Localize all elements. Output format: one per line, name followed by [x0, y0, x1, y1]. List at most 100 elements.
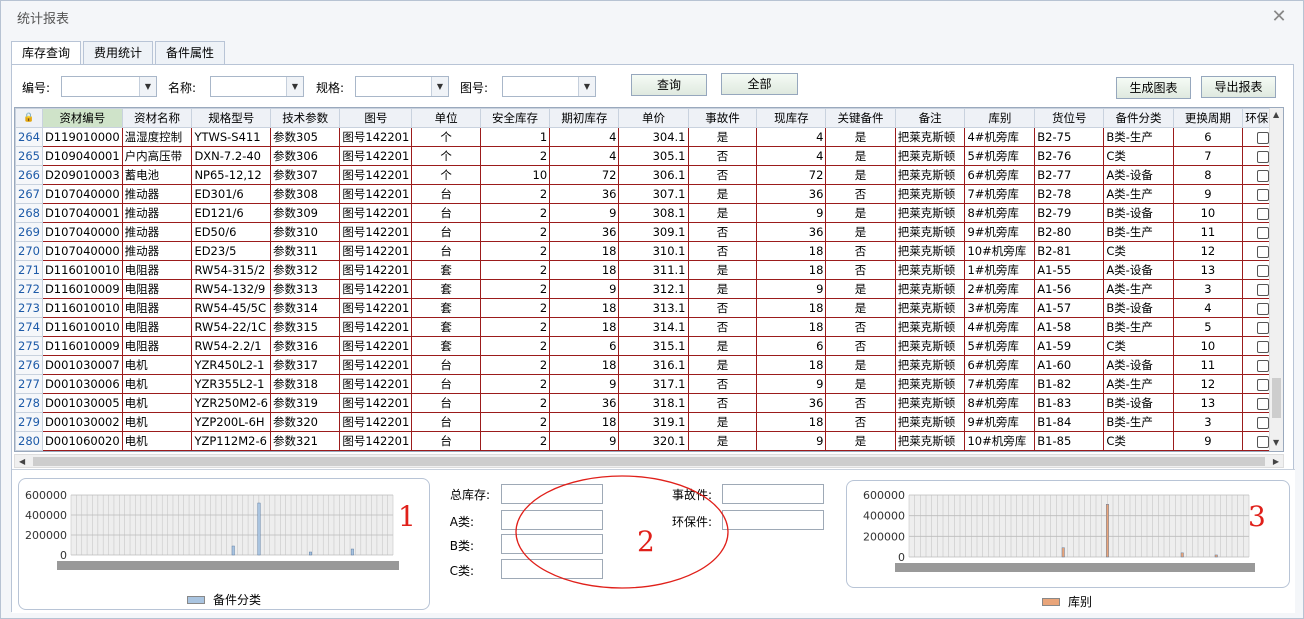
table-cell[interactable]: 18 [756, 355, 827, 375]
table-row[interactable]: 267 D107040000 推动器 ED301/6 参数308 图号142201 台 2 36… [15, 184, 1283, 204]
generate-chart-button[interactable]: 生成图表 [1116, 77, 1191, 99]
table-cell[interactable]: 把莱克斯顿 [894, 336, 966, 356]
table-cell[interactable]: 4 [549, 127, 620, 147]
table-cell[interactable]: 2 [479, 279, 551, 299]
table-cell[interactable]: 2 [479, 355, 551, 375]
table-cell[interactable]: 72 [756, 165, 827, 185]
table-cell[interactable]: 18 [549, 241, 620, 261]
table-cell[interactable]: 6 [549, 336, 620, 356]
table-cell[interactable]: 台 [411, 203, 481, 223]
table-cell[interactable]: 参数316 [269, 336, 341, 356]
table-cell[interactable]: 是 [687, 355, 758, 375]
table-cell[interactable]: 图号142201 [339, 146, 413, 166]
table-cell[interactable]: 推动器 [121, 222, 193, 242]
table-cell[interactable]: 18 [756, 241, 827, 261]
table-cell[interactable]: 5#机旁库 [964, 146, 1036, 166]
table-cell[interactable]: 是 [825, 165, 896, 185]
table-cell[interactable]: 18 [549, 317, 620, 337]
table-cell[interactable]: 3#机旁库 [964, 298, 1036, 318]
column-header[interactable]: 更换周期 [1172, 108, 1244, 128]
table-cell[interactable]: 是 [687, 184, 758, 204]
table-cell[interactable]: 13 [1172, 260, 1244, 280]
table-cell[interactable]: 2 [479, 393, 551, 413]
table-row[interactable]: 270 D107040000 推动器 ED23/5 参数311 图号142201 台 2 18 3… [15, 241, 1283, 261]
column-header[interactable]: 资材名称 [121, 108, 193, 128]
table-cell[interactable]: 参数319 [269, 393, 341, 413]
table-cell[interactable]: 否 [687, 393, 758, 413]
table-cell[interactable]: 电机 [121, 393, 193, 413]
table-row[interactable]: 272 D116010009 电阻器 RW54-132/9 参数313 图号142201 套… [15, 279, 1283, 299]
table-cell[interactable]: 参数317 [269, 355, 341, 375]
chevron-down-icon[interactable]: ▼ [578, 77, 595, 96]
table-cell[interactable]: 12 [1172, 374, 1244, 394]
table-cell[interactable]: 是 [825, 146, 896, 166]
table-cell[interactable]: RW54-315/2 [191, 260, 271, 280]
eco-checkbox[interactable] [1256, 321, 1269, 334]
tab-inventory-query[interactable]: 库存查询 [11, 41, 82, 66]
table-cell[interactable]: 参数306 [269, 146, 341, 166]
column-header[interactable]: 规格型号 [191, 108, 271, 128]
table-cell[interactable]: 6#机旁库 [964, 355, 1036, 375]
table-cell[interactable]: 图号142201 [339, 412, 413, 432]
table-cell[interactable]: 18 [549, 412, 620, 432]
table-cell[interactable]: 12 [1172, 241, 1244, 261]
table-cell[interactable]: 9 [549, 374, 620, 394]
table-cell[interactable]: 4 [756, 127, 827, 147]
table-cell[interactable]: 2 [479, 431, 551, 451]
table-cell[interactable]: 把莱克斯顿 [894, 184, 966, 204]
table-cell[interactable]: D107040000 [41, 184, 123, 204]
table-cell[interactable]: 把莱克斯顿 [894, 412, 966, 432]
table-cell[interactable]: 否 [687, 165, 758, 185]
table-cell[interactable]: A1-56 [1034, 279, 1105, 299]
table-cell[interactable]: 参数320 [269, 412, 341, 432]
table-cell[interactable]: 图号142201 [339, 355, 413, 375]
table-cell[interactable]: 11 [1172, 355, 1244, 375]
table-cell[interactable]: 套 [411, 317, 481, 337]
eco-checkbox[interactable] [1256, 340, 1269, 353]
table-cell[interactable]: 参数310 [269, 222, 341, 242]
table-cell[interactable]: 10 [1172, 336, 1244, 356]
table-cell[interactable]: 9 [756, 374, 827, 394]
table-cell[interactable]: 2 [479, 241, 551, 261]
table-cell[interactable]: 把莱克斯顿 [894, 203, 966, 223]
table-cell[interactable]: B类-生产 [1103, 317, 1174, 337]
row-number[interactable]: 267 [15, 184, 43, 204]
table-cell[interactable]: A类-设备 [1103, 260, 1174, 280]
column-header[interactable]: 图号 [339, 108, 413, 128]
row-number[interactable]: 269 [15, 222, 43, 242]
table-cell[interactable]: 推动器 [121, 184, 193, 204]
eco-checkbox[interactable] [1256, 226, 1269, 239]
table-cell[interactable]: 套 [411, 298, 481, 318]
row-number[interactable]: 264 [15, 127, 43, 147]
table-cell[interactable]: 参数313 [269, 279, 341, 299]
table-row[interactable]: 264 D119010000 温湿度控制 YTWS-S411 参数305 图号142201… [15, 127, 1283, 147]
table-cell[interactable]: 参数318 [269, 374, 341, 394]
table-cell[interactable]: B2-79 [1034, 203, 1105, 223]
table-cell[interactable]: ED121/6 [191, 203, 271, 223]
table-cell[interactable]: 台 [411, 412, 481, 432]
row-number[interactable]: 270 [15, 241, 43, 261]
eco-checkbox[interactable] [1256, 397, 1269, 410]
lock-icon[interactable]: 🔒 [15, 108, 43, 128]
table-cell[interactable]: B类-生产 [1103, 222, 1174, 242]
table-cell[interactable]: 图号142201 [339, 203, 413, 223]
table-cell[interactable]: D107040000 [41, 222, 123, 242]
table-cell[interactable]: 18 [756, 412, 827, 432]
table-cell[interactable]: 9#机旁库 [964, 412, 1036, 432]
table-cell[interactable]: 是 [825, 298, 896, 318]
row-number[interactable]: 277 [15, 374, 43, 394]
tab-cost-stats[interactable]: 费用统计 [83, 41, 154, 65]
column-header[interactable]: 单价 [618, 108, 689, 128]
table-cell[interactable]: 8#机旁库 [964, 393, 1036, 413]
chevron-down-icon[interactable]: ▼ [431, 77, 448, 96]
table-cell[interactable]: 7#机旁库 [964, 184, 1036, 204]
table-cell[interactable]: YZR355L2-1 [191, 374, 271, 394]
chevron-down-icon[interactable]: ▼ [139, 77, 156, 96]
table-cell[interactable]: 2 [479, 317, 551, 337]
vertical-scrollbar[interactable]: ▲ ▼ [1269, 108, 1283, 451]
code-combo[interactable]: ▼ [61, 76, 157, 97]
table-cell[interactable]: 9#机旁库 [964, 222, 1036, 242]
table-cell[interactable]: 2 [479, 412, 551, 432]
table-cell[interactable]: YZR250M2-6 [191, 393, 271, 413]
table-cell[interactable]: 温湿度控制 [121, 127, 193, 147]
